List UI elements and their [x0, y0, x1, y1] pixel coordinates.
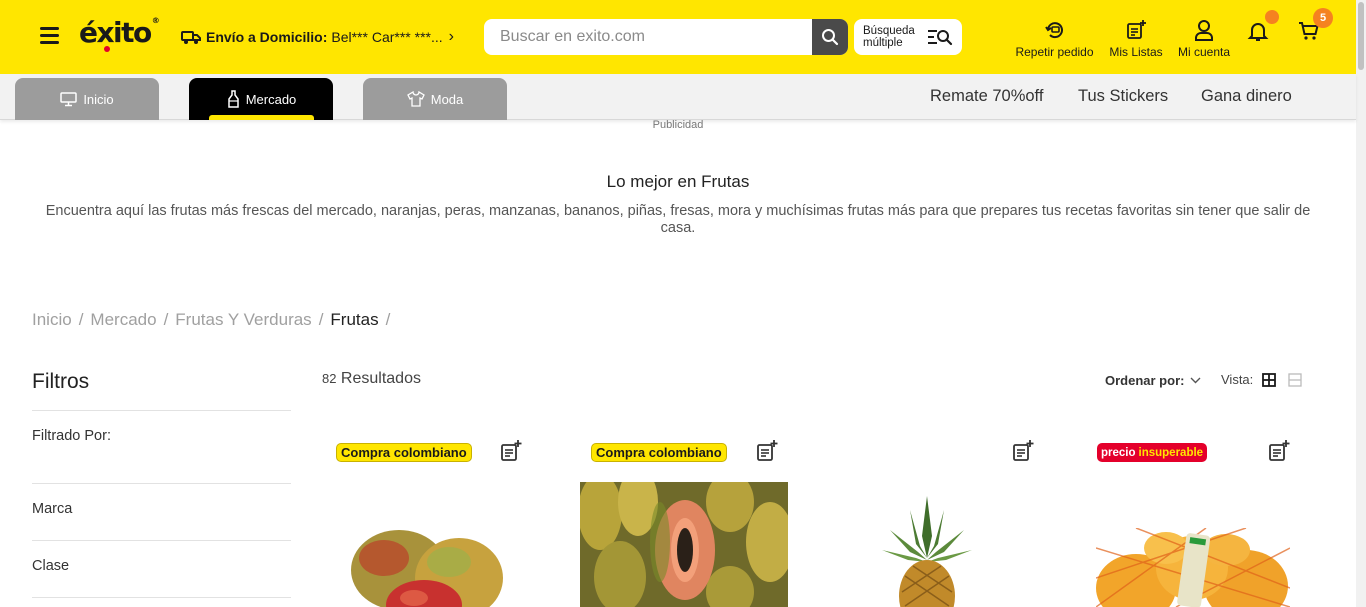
list-add-icon	[1127, 20, 1146, 39]
filter-marca[interactable]: Marca	[32, 501, 72, 517]
repeat-order-label: Repetir pedido	[1015, 45, 1094, 59]
scrollbar-thumb[interactable]	[1358, 2, 1364, 70]
divider	[32, 483, 291, 484]
list-view-button[interactable]	[1288, 373, 1302, 392]
breadcrumb: Inicio / Mercado / Frutas Y Verduras / Frut…	[32, 310, 391, 330]
bottle-icon	[227, 90, 239, 108]
page-scrollbar[interactable]	[1356, 0, 1366, 607]
monitor-icon	[60, 91, 78, 106]
shirt-icon	[406, 91, 425, 107]
results-number: 82	[322, 371, 337, 386]
list-add-icon	[1269, 440, 1290, 461]
logo-dot	[104, 46, 110, 52]
search-input[interactable]	[484, 19, 812, 55]
link-gana-dinero[interactable]: Gana dinero	[1201, 87, 1292, 106]
divider	[32, 540, 291, 541]
add-to-list-button[interactable]	[756, 440, 778, 467]
my-lists-label: Mis Listas	[1109, 45, 1163, 59]
search-button[interactable]	[812, 19, 848, 55]
add-to-list-button[interactable]	[1268, 440, 1290, 467]
link-remate[interactable]: Remate 70%off	[930, 87, 1043, 106]
grid-view-button[interactable]	[1262, 373, 1276, 392]
order-by-dropdown[interactable]: Ordenar por:	[1105, 373, 1201, 388]
exito-logo[interactable]: éxito®	[79, 16, 160, 49]
menu-icon[interactable]	[40, 27, 59, 44]
user-icon	[1195, 20, 1213, 41]
delivery-address: Bel*** Car*** ***...	[331, 29, 443, 45]
tab-mercado-label: Mercado	[245, 91, 297, 107]
delivery-label: Envío a Domicilio:	[206, 29, 328, 45]
truck-icon	[181, 31, 201, 44]
view-label: Vista:	[1221, 372, 1254, 387]
product-image-mango[interactable]	[344, 520, 514, 607]
add-to-list-button[interactable]	[1012, 440, 1034, 467]
divider	[32, 597, 291, 598]
tag-insuperable: insuperable	[1138, 446, 1204, 459]
search-icon	[822, 29, 839, 46]
tab-mercado[interactable]: Mercado	[189, 78, 333, 120]
tag-precio-insuperable: precio insuperable	[1097, 443, 1208, 462]
notification-dot	[1265, 10, 1279, 24]
list-add-icon	[501, 440, 522, 461]
order-by-label: Ordenar por:	[1105, 373, 1185, 388]
results-count: 82 Resultados	[322, 370, 421, 388]
tab-inicio-label: Inicio	[83, 91, 114, 107]
tab-inicio[interactable]: Inicio	[15, 78, 159, 120]
breadcrumb-current: Frutas	[330, 310, 379, 329]
link-tus-stickers[interactable]: Tus Stickers	[1078, 87, 1168, 106]
filters-title: Filtros	[32, 370, 90, 393]
delivery-address-selector[interactable]: Envío a Domicilio: Bel*** Car*** ***... …	[181, 27, 454, 47]
product-image-papaya[interactable]	[580, 482, 788, 607]
divider	[32, 410, 291, 411]
results-label: Resultados	[340, 370, 421, 387]
product-image-pineapple[interactable]	[880, 496, 974, 607]
list-add-icon	[1013, 440, 1034, 461]
list-add-icon	[757, 440, 778, 461]
tag-precio: precio	[1101, 446, 1136, 459]
tag-compra-colombiano: Compra colombiano	[336, 443, 472, 462]
breadcrumb-inicio[interactable]: Inicio	[32, 310, 72, 330]
my-lists-button[interactable]: Mis Listas	[1108, 18, 1164, 59]
repeat-order-icon	[1044, 22, 1063, 39]
page-description: Encuentra aquí las frutas más frescas de…	[45, 203, 1311, 236]
bell-icon	[1247, 23, 1269, 41]
notifications-button[interactable]	[1246, 20, 1270, 45]
breadcrumb-frutas-verduras[interactable]: Frutas Y Verduras	[175, 310, 311, 330]
filter-clase[interactable]: Clase	[32, 558, 69, 574]
my-account-button[interactable]: Mi cuenta	[1174, 18, 1234, 59]
tag-compra-colombiano: Compra colombiano	[591, 443, 727, 462]
breadcrumb-mercado[interactable]: Mercado	[90, 310, 156, 330]
repeat-order-button[interactable]: Repetir pedido	[1011, 18, 1098, 59]
grid-icon	[1262, 373, 1276, 387]
list-search-icon	[928, 30, 953, 46]
page-title: Lo mejor en Frutas	[606, 172, 750, 191]
multi-search-button[interactable]: Búsqueda múltiple	[854, 19, 962, 55]
tab-moda-label: Moda	[430, 91, 464, 107]
ad-label: Publicidad	[652, 119, 704, 131]
search-bar	[484, 19, 848, 55]
cart-count-badge: 5	[1313, 8, 1333, 28]
multi-search-label: Búsqueda múltiple	[863, 25, 915, 49]
product-image-orange-bag[interactable]	[1096, 528, 1290, 607]
add-to-list-button[interactable]	[500, 440, 522, 467]
list-icon	[1288, 373, 1302, 387]
my-account-label: Mi cuenta	[1177, 45, 1231, 59]
tab-moda[interactable]: Moda	[363, 78, 507, 120]
chevron-down-icon	[1190, 377, 1201, 384]
filtered-by-label: Filtrado Por:	[32, 428, 111, 444]
chevron-right-icon: ›	[448, 28, 454, 45]
